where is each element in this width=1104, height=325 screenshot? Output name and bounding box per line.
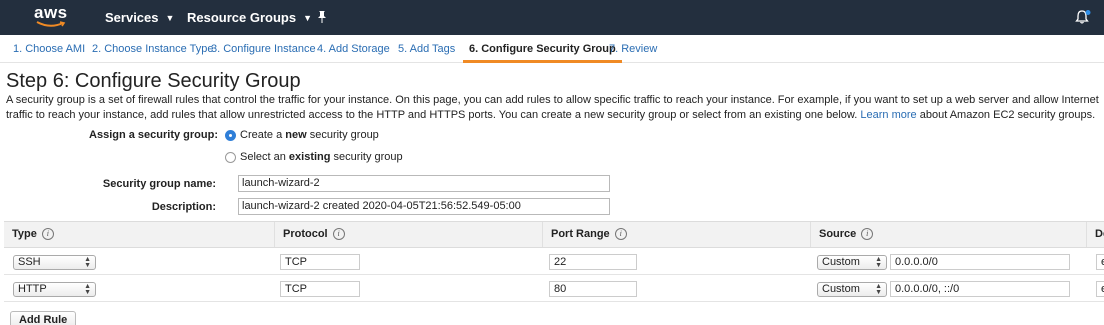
description-input[interactable]: launch-wizard-2 created 2020-04-05T21:56… [238,198,610,215]
radio-unselected-icon[interactable] [225,151,236,163]
radio-create-new-group[interactable]: Create a new security group [225,129,379,141]
rules-table-header: Typei Protocoli Port Rangei Sourcei De [4,221,1104,248]
services-menu[interactable]: Services ▼ [105,0,174,35]
port-range-field[interactable]: 80 [549,281,637,297]
resource-groups-label: Resource Groups [187,10,297,25]
source-cidr-input[interactable]: 0.0.0.0/0, ::/0 [890,281,1070,297]
protocol-field: TCP [280,254,360,270]
type-select[interactable]: SSH ▲ ▼ [13,255,96,270]
description-field[interactable]: e [1096,281,1104,297]
source-select[interactable]: Custom ▲ ▼ [817,282,887,297]
select-arrows-icon: ▲ ▼ [875,256,882,269]
radio-create-new-text: Create a new security group [240,129,379,141]
info-icon[interactable]: i [41,228,54,241]
page-description: A security group is a set of firewall ru… [6,93,1104,123]
description-text-2: the HTTP and HTTPS ports. You can create… [357,109,858,121]
column-header-type: Type i [4,222,274,247]
column-header-source: Source i [810,222,1086,247]
column-header-description: De [1086,222,1104,247]
source-cidr-input[interactable]: 0.0.0.0/0 [890,254,1070,270]
security-group-name-input[interactable]: launch-wizard-2 [238,175,610,192]
assign-security-group-label: Assign a security group: [89,129,218,141]
tab-add-tags[interactable]: 5. Add Tags [392,37,461,62]
tab-configure-instance[interactable]: 3. Configure Instance [205,37,322,62]
resource-groups-menu[interactable]: Resource Groups ▼ [187,0,312,35]
select-arrows-icon: ▲ ▼ [84,256,91,269]
pin-icon[interactable] [316,10,328,24]
info-icon[interactable]: i [332,228,345,241]
table-row: HTTP▲▼ TCP 80 Custom▲▼ 0.0.0.0/0, ::/0 e [4,276,1104,302]
select-arrows-icon: ▲ ▼ [84,283,91,296]
description-text-3: about Amazon EC2 security groups. [919,109,1096,121]
page-title: Step 6: Configure Security Group [6,70,301,92]
radio-selected-icon[interactable] [225,129,236,141]
info-icon[interactable]: i [614,228,627,241]
aws-logo[interactable]: aws [34,3,74,31]
wizard-steps: 1. Choose AMI 2. Choose Instance Type 3.… [0,37,1104,63]
info-icon[interactable]: i [861,228,874,241]
source-select[interactable]: Custom ▲ ▼ [817,255,887,270]
description-field[interactable]: e [1096,254,1104,270]
chevron-down-icon: ▼ [303,12,313,23]
bell-icon[interactable] [1075,9,1091,25]
radio-select-existing-group[interactable]: Select an existing security group [225,151,403,163]
tab-review[interactable]: 7. Review [603,37,663,62]
tab-add-storage[interactable]: 4. Add Storage [311,37,396,62]
protocol-field: TCP [280,281,360,297]
aws-logo-text: aws [34,3,68,22]
type-select[interactable]: HTTP ▲ ▼ [13,282,96,297]
chevron-down-icon: ▼ [165,12,175,23]
services-label: Services [105,10,159,25]
aws-smile-icon [36,21,66,27]
learn-more-link[interactable]: Learn more [860,109,916,121]
table-row: SSH▲▼ TCP 22 Custom▲▼ 0.0.0.0/0 e [4,249,1104,275]
tab-choose-ami[interactable]: 1. Choose AMI [7,37,91,62]
radio-select-existing-text: Select an existing security group [240,151,403,163]
description-label: Description: [151,201,216,213]
column-header-port-range: Port Range i [542,222,810,247]
add-rule-button[interactable]: Add Rule [10,311,77,325]
column-header-protocol: Protocol i [274,222,542,247]
top-nav-bar: aws Services ▼ Resource Groups ▼ [0,0,1104,35]
port-range-field[interactable]: 22 [549,254,637,270]
select-arrows-icon: ▲ ▼ [875,283,882,296]
tab-choose-instance-type[interactable]: 2. Choose Instance Type [86,37,220,62]
tab-configure-security-group[interactable]: 6. Configure Security Group [463,37,622,63]
security-group-name-label: Security group name: [102,178,216,190]
